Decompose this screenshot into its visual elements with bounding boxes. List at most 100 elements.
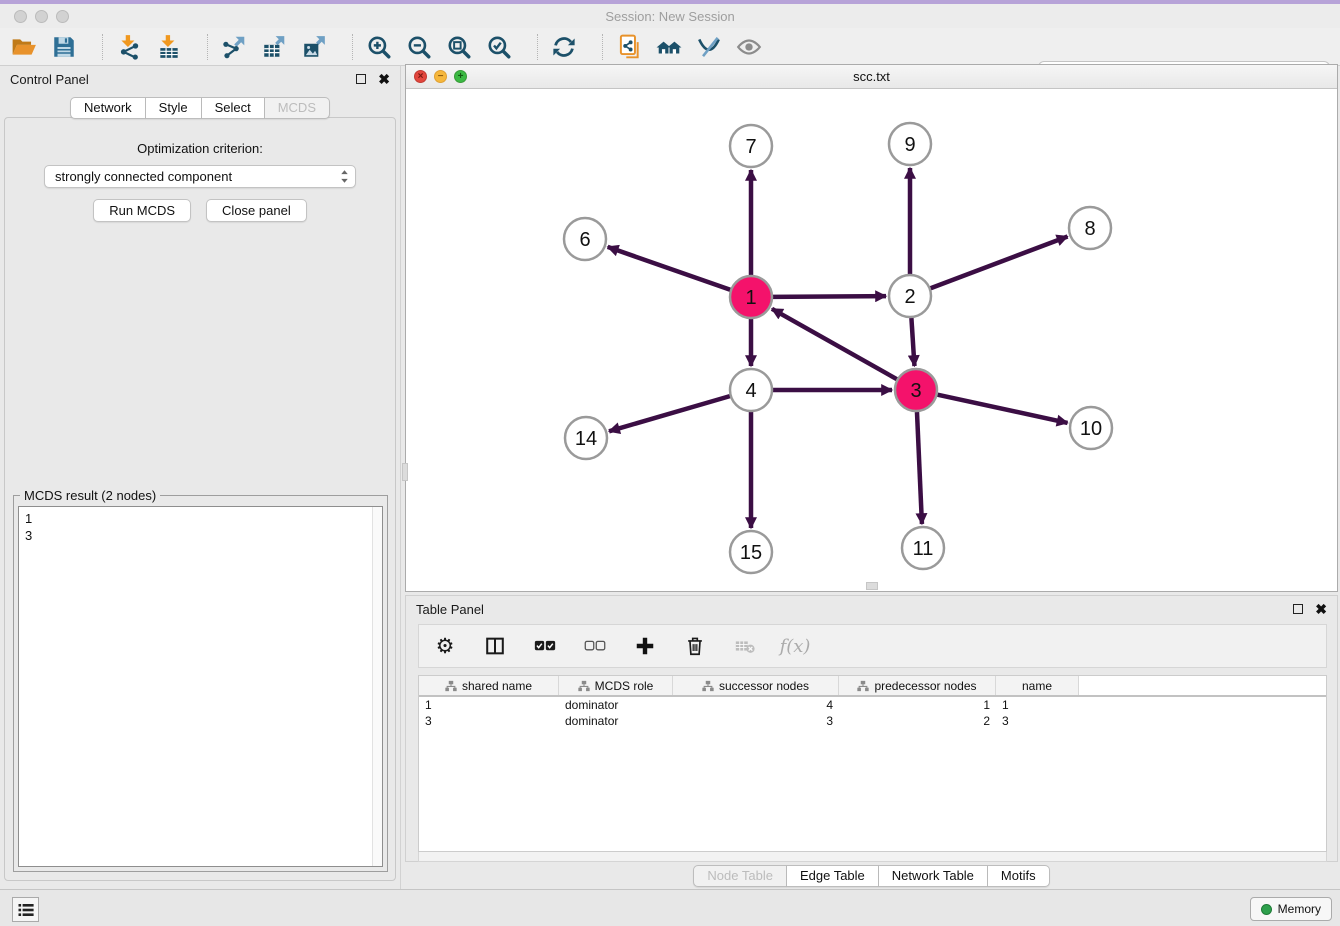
import-network-icon[interactable]	[115, 33, 143, 61]
mcds-pane: Optimization criterion: strongly connect…	[4, 117, 396, 881]
graph-edge-3-10[interactable]	[937, 395, 1067, 423]
panel-splitter-grip[interactable]	[402, 463, 408, 481]
graph-node-10[interactable]: 10	[1070, 407, 1112, 449]
export-network-icon[interactable]	[220, 33, 248, 61]
graph-node-7[interactable]: 7	[730, 125, 772, 167]
table-cell: 3	[673, 713, 839, 729]
control-panel: Control Panel ✖ NetworkStyleSelectMCDS O…	[0, 66, 401, 889]
graph-node-4[interactable]: 4	[730, 369, 772, 411]
optimization-criterion-label: Optimization criterion:	[5, 141, 395, 156]
zoom-selected-icon[interactable]	[485, 33, 513, 61]
table-cell: 1	[839, 697, 996, 713]
tab-style[interactable]: Style	[146, 97, 202, 119]
node-label: 3	[910, 380, 921, 402]
function-builder-icon: f(x)	[781, 632, 809, 660]
columns-icon[interactable]	[481, 632, 509, 660]
tab-edge-table[interactable]: Edge Table	[787, 865, 879, 887]
table-panel: Table Panel ✖ ⚙ f(x) shared name MCDS role…	[405, 595, 1338, 862]
node-label: 4	[745, 380, 756, 402]
tab-mcds[interactable]: MCDS	[265, 97, 330, 119]
open-folder-icon[interactable]	[10, 33, 38, 61]
import-table-icon[interactable]	[155, 33, 183, 61]
toolbar-separator	[207, 34, 208, 60]
table-panel-header: Table Panel ✖	[406, 596, 1337, 622]
canvas-bottom-grip[interactable]	[866, 582, 878, 590]
refresh-icon[interactable]	[550, 33, 578, 61]
table-row[interactable]: 1dominator411	[419, 697, 1326, 713]
column-header-predecessor-nodes[interactable]: predecessor nodes	[839, 676, 996, 695]
column-header-successor-nodes[interactable]: successor nodes	[673, 676, 839, 695]
hierarchy-icon	[578, 680, 590, 692]
tab-network[interactable]: Network	[70, 97, 146, 119]
graph-node-14[interactable]: 14	[565, 417, 607, 459]
graph-edge-1-6[interactable]	[608, 247, 731, 290]
table-cell: dominator	[559, 697, 673, 713]
graph-edge-4-14[interactable]	[609, 396, 730, 431]
column-label: successor nodes	[719, 679, 809, 693]
close-panel-icon[interactable]: ✖	[378, 74, 390, 84]
zoom-in-icon[interactable]	[365, 33, 393, 61]
graph-node-9[interactable]: 9	[889, 123, 931, 165]
table-cell: 4	[673, 697, 839, 713]
float-table-panel-icon[interactable]	[1293, 604, 1303, 614]
home-icon[interactable]	[655, 33, 683, 61]
tab-motifs[interactable]: Motifs	[988, 865, 1050, 887]
gear-icon[interactable]: ⚙	[431, 632, 459, 660]
zoom-out-icon[interactable]	[405, 33, 433, 61]
save-icon[interactable]	[50, 33, 78, 61]
column-header-MCDS-role[interactable]: MCDS role	[559, 676, 673, 695]
delete-row-icon[interactable]	[681, 632, 709, 660]
close-panel-button[interactable]: Close panel	[206, 199, 307, 222]
table-toolbar: ⚙ f(x)	[418, 624, 1327, 668]
optimization-criterion-select[interactable]: strongly connected component	[44, 165, 356, 188]
tab-select[interactable]: Select	[202, 97, 265, 119]
float-panel-icon[interactable]	[356, 74, 366, 84]
column-header-shared-name[interactable]: shared name	[419, 676, 559, 695]
hierarchy-icon	[445, 680, 457, 692]
toggle-graphics-details-icon[interactable]	[695, 33, 723, 61]
mcds-result-textarea[interactable]: 13	[18, 506, 383, 867]
graph-node-15[interactable]: 15	[730, 531, 772, 573]
graph-node-2[interactable]: 2	[889, 275, 931, 317]
control-panel-header: Control Panel ✖	[0, 66, 400, 92]
select-all-icon[interactable]	[531, 632, 559, 660]
hierarchy-icon	[702, 680, 714, 692]
graph-node-11[interactable]: 11	[902, 527, 944, 569]
graph-node-6[interactable]: 6	[564, 218, 606, 260]
mcds-result-scrollbar[interactable]	[372, 507, 382, 866]
graph-node-8[interactable]: 8	[1069, 207, 1111, 249]
graph-edge-2-8[interactable]	[931, 236, 1068, 288]
window-titlebar: Session: New Session	[0, 4, 1340, 28]
graph-edge-1-2[interactable]	[773, 296, 886, 297]
memory-button[interactable]: Memory	[1250, 897, 1332, 921]
tab-node-table[interactable]: Node Table	[693, 865, 787, 887]
tab-network-table[interactable]: Network Table	[879, 865, 988, 887]
run-mcds-button[interactable]: Run MCDS	[93, 199, 191, 222]
clone-network-icon[interactable]	[615, 33, 643, 61]
table-panel-title: Table Panel	[416, 602, 484, 617]
column-label: MCDS role	[595, 679, 654, 693]
network-window-titlebar: scc.txt × − +	[406, 65, 1337, 89]
delete-table-icon	[731, 632, 759, 660]
close-table-panel-icon[interactable]: ✖	[1315, 604, 1327, 614]
add-row-icon[interactable]	[631, 632, 659, 660]
node-label: 14	[575, 428, 597, 450]
eye-icon[interactable]	[735, 33, 763, 61]
network-canvas[interactable]: 7 9 6 8 1 2 4 3 14 10 15 11	[406, 89, 1337, 591]
column-header-name[interactable]: name	[996, 676, 1079, 695]
main-toolbar	[0, 28, 1340, 66]
table-hscrollbar[interactable]	[418, 852, 1327, 862]
graph-edge-2-3[interactable]	[911, 318, 914, 366]
toolbar-separator	[102, 34, 103, 60]
export-table-icon[interactable]	[260, 33, 288, 61]
graph-edge-3-11[interactable]	[917, 412, 922, 524]
graph-node-3[interactable]: 3	[895, 369, 937, 411]
zoom-fit-icon[interactable]	[445, 33, 473, 61]
graph-edge-3-1[interactable]	[772, 309, 897, 379]
deselect-all-icon[interactable]	[581, 632, 609, 660]
panel-menu-button[interactable]	[12, 897, 39, 922]
export-image-icon[interactable]	[300, 33, 328, 61]
table-row[interactable]: 3dominator323	[419, 713, 1326, 729]
table-cell: 2	[839, 713, 996, 729]
graph-node-1[interactable]: 1	[730, 276, 772, 318]
